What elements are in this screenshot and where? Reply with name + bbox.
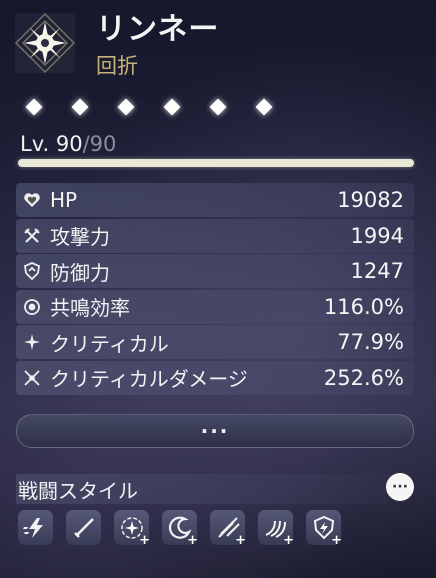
stat-label: HP [50,188,78,212]
crit-damage-icon [22,368,42,388]
stat-value: 1247 [350,259,404,283]
stat-label: クリティカル [50,331,169,356]
combat-style-icons: + + + + + [18,510,342,548]
diamond-icon [25,98,43,116]
resonance-ring-icon [22,297,42,317]
diamond-icon [163,98,181,116]
stat-label: クリティカルダメージ [50,367,248,391]
stat-value: 1994 [350,223,404,248]
stat-row-defense[interactable]: 防御力 1247 [16,254,414,288]
stat-row-energy-regen[interactable]: 共鳴効率 116.0% [16,289,414,324]
shield-bolt-icon[interactable]: + [306,510,342,548]
slash-icon[interactable] [66,510,101,545]
upgrade-plus: + [331,533,342,548]
stat-value: 77.9% [337,330,404,354]
chain-node-2[interactable] [68,95,92,119]
upgrade-plus: + [235,533,246,548]
upgrade-plus: + [283,533,294,548]
level-max: 90 [89,132,117,156]
stat-row-attack[interactable]: 攻撃力 1994 [16,218,414,253]
crossed-swords-icon [22,226,42,246]
multi-slash-icon[interactable]: + [210,510,246,548]
level-separator: / [82,132,90,156]
heart-icon [22,190,42,210]
combat-style-info-button[interactable]: ··· [386,473,414,501]
chain-node-3[interactable] [114,95,138,119]
stat-value: 116.0% [323,294,404,319]
combat-style-header: 戦闘スタイル [16,474,388,504]
stat-value: 19082 [337,188,404,212]
chain-node-6[interactable] [252,95,276,119]
upgrade-plus: + [187,533,198,548]
stats-list: HP 19082 攻撃力 1994 防御力 1247 共鳴効率 116.0% ク… [16,183,414,396]
shield-icon [22,261,42,281]
chain-node-4[interactable] [160,95,184,119]
diamond-icon [71,98,89,116]
stat-row-crit-rate[interactable]: クリティカル 77.9% [16,325,414,359]
level-display: Lv. 90/90 [20,132,116,156]
stat-label: 防御力 [50,260,110,285]
upgrade-plus: + [139,533,150,548]
combat-style-title: 戦闘スタイル [18,478,138,503]
spectro-emblem-icon [14,12,76,74]
chain-node-1[interactable] [22,95,46,119]
stat-label: 攻撃力 [50,225,110,249]
lightning-dash-icon[interactable] [18,510,53,545]
diamond-icon [255,98,273,116]
diamond-icon [117,98,135,116]
character-name: リンネー [96,12,220,47]
resonance-chain [22,95,276,119]
more-stats-button[interactable]: ··· [16,414,414,448]
level-progress-bar [18,159,414,167]
moon-swirl-icon[interactable]: + [162,510,198,548]
chain-node-5[interactable] [206,95,230,119]
diamond-icon [209,98,227,116]
stat-row-crit-damage[interactable]: クリティカルダメージ 252.6% [16,360,414,395]
crit-star-icon [22,332,42,352]
stat-label: 共鳴効率 [50,296,130,320]
stat-row-hp[interactable]: HP 19082 [16,183,414,217]
stat-value: 252.6% [323,365,404,390]
wind-waves-icon[interactable]: + [258,510,294,548]
sparkle-circle-icon[interactable]: + [114,510,150,548]
character-attribute: 回折 [96,54,138,78]
level-current: Lv. 90 [20,132,83,156]
